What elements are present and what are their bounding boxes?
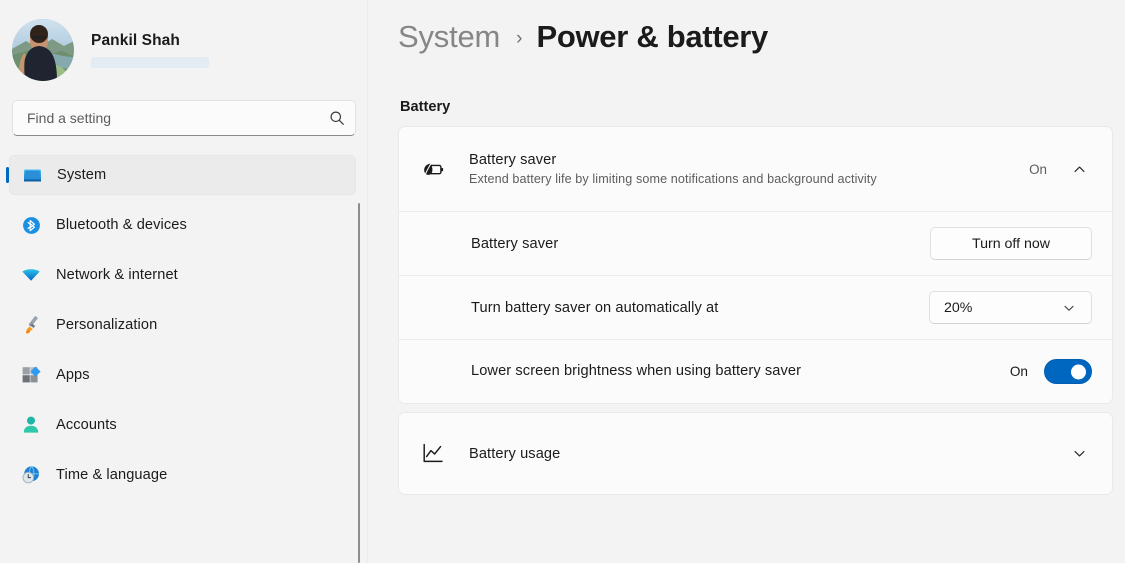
chevron-down-icon	[1056, 295, 1082, 321]
sidebar-item-system[interactable]: System	[9, 155, 356, 195]
user-profile[interactable]: Pankil Shah	[0, 0, 368, 81]
auto-threshold-value: 20%	[944, 299, 973, 316]
monitor-icon	[21, 164, 43, 186]
bluetooth-icon	[20, 214, 42, 236]
sidebar-scrollbar[interactable]	[358, 203, 360, 563]
person-icon	[20, 414, 42, 436]
sidebar-item-bluetooth-devices[interactable]: Bluetooth & devices	[9, 205, 356, 245]
battery-saver-status: On	[1029, 161, 1047, 177]
battery-saver-row-text: Battery saver	[471, 235, 914, 253]
battery-saver-row-title: Battery saver	[471, 235, 559, 252]
sidebar-item-label: Apps	[56, 367, 90, 383]
auto-threshold-control: 20%	[929, 291, 1092, 324]
wifi-icon	[20, 264, 42, 286]
battery-saver-title: Battery saver	[469, 152, 557, 168]
auto-threshold-title: Turn battery saver on automatically at	[471, 299, 719, 316]
battery-saver-header-right: On	[1029, 156, 1092, 182]
battery-saver-card: Battery saver Extend battery life by lim…	[398, 126, 1113, 404]
sidebar-item-accounts[interactable]: Accounts	[9, 405, 356, 445]
chevron-right-icon: ›	[516, 27, 523, 49]
settings-window: Pankil Shah Find a setting System Blueto…	[0, 0, 1125, 563]
sidebar: Pankil Shah Find a setting System Blueto…	[0, 0, 368, 563]
profile-name: Pankil Shah	[91, 32, 180, 49]
turn-off-now-button[interactable]: Turn off now	[930, 227, 1092, 260]
battery-usage-text: Battery usage	[469, 445, 1050, 463]
main-content: System › Power & battery Battery Battery…	[368, 0, 1125, 563]
auto-threshold-text: Turn battery saver on automatically at	[471, 299, 913, 317]
battery-saver-header-text: Battery saver Extend battery life by lim…	[469, 152, 1013, 186]
search-input[interactable]	[27, 110, 329, 126]
section-title-battery: Battery	[400, 99, 451, 115]
sidebar-item-label: Network & internet	[56, 267, 178, 283]
search-icon[interactable]	[329, 110, 345, 126]
search-container	[12, 100, 356, 136]
sidebar-item-label: Accounts	[56, 417, 117, 433]
battery-usage-title: Battery usage	[469, 445, 561, 462]
battery-saver-row-control: Turn off now	[930, 227, 1092, 260]
auto-threshold-row: Turn battery saver on automatically at 2…	[399, 275, 1112, 339]
lower-brightness-toggle[interactable]	[1044, 359, 1092, 384]
sidebar-item-time-language[interactable]: Time & language	[9, 455, 356, 495]
line-chart-icon	[420, 441, 446, 467]
battery-saver-header[interactable]: Battery saver Extend battery life by lim…	[399, 127, 1112, 211]
lower-brightness-row: Lower screen brightness when using batte…	[399, 339, 1112, 403]
sidebar-item-apps[interactable]: Apps	[9, 355, 356, 395]
avatar	[12, 19, 74, 81]
sidebar-item-label: Time & language	[56, 467, 168, 483]
battery-saver-toggle-row: Battery saver Turn off now	[399, 211, 1112, 275]
profile-text: Pankil Shah	[91, 32, 209, 68]
lower-brightness-title: Lower screen brightness when using batte…	[471, 363, 802, 380]
sidebar-item-label: Bluetooth & devices	[56, 217, 187, 233]
paintbrush-icon	[20, 314, 42, 336]
sidebar-nav: System Bluetooth & devices Network & int…	[0, 155, 368, 495]
battery-saver-leaf-icon	[420, 156, 446, 182]
search-box[interactable]	[12, 100, 356, 136]
globe-clock-icon	[20, 464, 42, 486]
sidebar-item-label: System	[57, 167, 107, 183]
chevron-up-icon[interactable]	[1066, 156, 1092, 182]
auto-threshold-select[interactable]: 20%	[929, 291, 1092, 324]
toggle-knob	[1071, 364, 1086, 379]
battery-saver-subtitle: Extend battery life by limiting some not…	[469, 172, 877, 186]
breadcrumb: System › Power & battery	[398, 0, 1113, 54]
battery-usage-card[interactable]: Battery usage	[398, 412, 1113, 495]
chevron-down-icon[interactable]	[1066, 441, 1092, 467]
sidebar-item-network-internet[interactable]: Network & internet	[9, 255, 356, 295]
apps-grid-icon	[20, 364, 42, 386]
profile-account-placeholder	[91, 57, 209, 68]
lower-brightness-toggle-label: On	[1009, 364, 1028, 379]
lower-brightness-text: Lower screen brightness when using batte…	[471, 361, 994, 382]
breadcrumb-parent[interactable]: System	[398, 19, 500, 55]
sidebar-item-label: Personalization	[56, 317, 158, 333]
battery-usage-right	[1066, 441, 1092, 467]
battery-usage-header[interactable]: Battery usage	[399, 413, 1112, 494]
lower-brightness-control: On	[1010, 359, 1092, 384]
sidebar-item-personalization[interactable]: Personalization	[9, 305, 356, 345]
page-title: Power & battery	[536, 19, 768, 54]
